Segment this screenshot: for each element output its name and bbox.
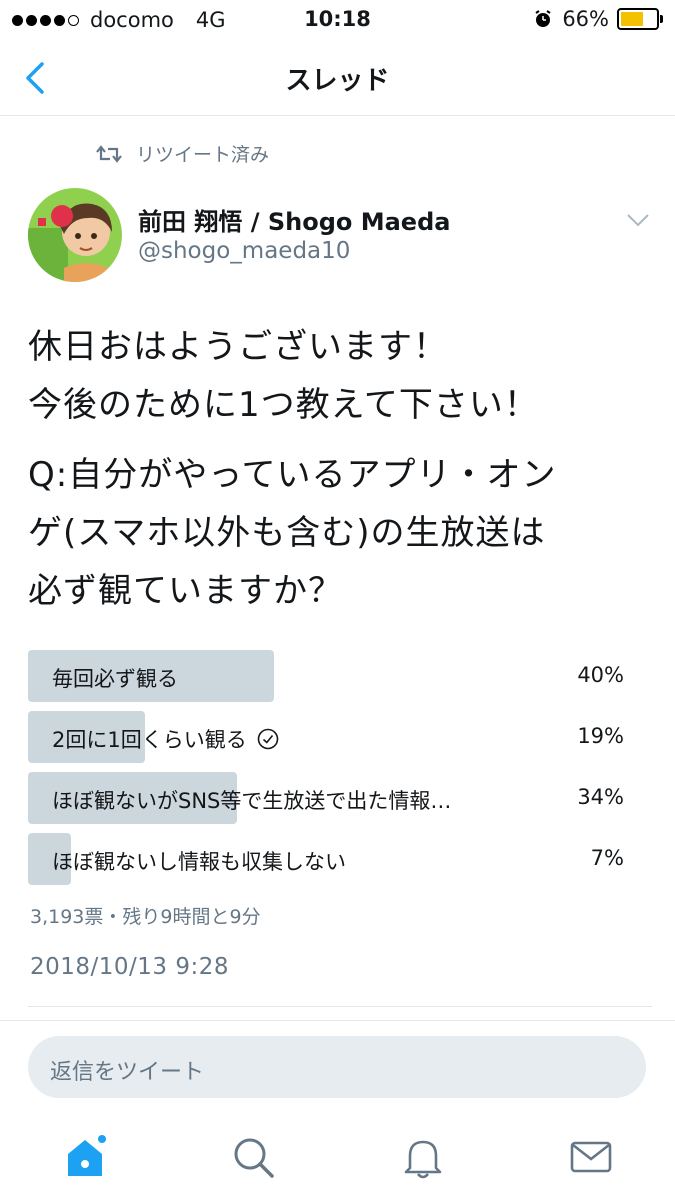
poll-option[interactable]: ほぼ観ないし情報も収集しない 7%: [28, 833, 628, 885]
retweet-icon: [96, 144, 122, 163]
poll-option-label: ほぼ観ないがSNS等で生放送で出た情報…: [52, 785, 451, 815]
mail-icon: [570, 1141, 612, 1173]
poll-option-text: ほぼ観ないし情報も収集しない: [52, 850, 346, 874]
poll: 毎回必ず観る 40% 2回に1回くらい観る 19% ほぼ観ないがSNS等で生放送…: [28, 650, 628, 894]
alarm-clock-icon: [535, 10, 551, 27]
poll-option-text: ほぼ観ないがSNS等で生放送で出た情報…: [52, 789, 452, 813]
poll-option-label: 毎回必ず観る: [52, 663, 178, 693]
poll-option-text: 毎回必ず観る: [52, 667, 178, 691]
tweet-text-line: 今後のために1つ教えて下さい！: [28, 385, 539, 425]
tab-home[interactable]: [60, 1132, 110, 1182]
tweet-text-line: 休日おはようございます！: [28, 327, 448, 367]
poll-option[interactable]: 2回に1回くらい観る 19%: [28, 711, 628, 763]
tweet-timestamp[interactable]: 2018/10/13 9:28: [30, 954, 229, 980]
tab-search[interactable]: [228, 1132, 278, 1182]
poll-option-percent: 34%: [577, 785, 624, 809]
divider: [0, 1020, 675, 1021]
status-right: 66%: [534, 7, 663, 31]
tweet-text-paragraph-2: Q:自分がやっているアプリ・オン ゲ(スマホ以外も含む)の生放送は 必ず観ていま…: [28, 446, 648, 620]
poll-option-label: 2回に1回くらい観る: [52, 724, 279, 754]
status-bar: docomo 4G 10:18 66%: [0, 0, 675, 40]
search-icon: [234, 1138, 274, 1178]
battery-percent: 66%: [562, 7, 609, 31]
tab-bar: [0, 1120, 675, 1200]
check-circle-icon: [257, 728, 279, 750]
poll-option-percent: 40%: [577, 663, 624, 687]
poll-option-percent: 7%: [590, 846, 624, 870]
tweet-text-paragraph-1: 休日おはようございます！ 今後のために1つ教えて下さい！: [28, 318, 648, 434]
poll-meta: 3,193票・残り9時間と9分: [30, 906, 261, 928]
nav-bar: スレッド: [0, 40, 675, 116]
author-name[interactable]: 前田 翔悟 / Shogo Maeda: [138, 202, 450, 237]
poll-option-text: 2回に1回くらい観る: [52, 728, 247, 752]
poll-option[interactable]: 毎回必ず観る 40%: [28, 650, 628, 702]
poll-option-percent: 19%: [577, 724, 624, 748]
chevron-down-icon[interactable]: [626, 212, 650, 228]
page-title: スレッド: [285, 66, 390, 96]
author-handle[interactable]: @shogo_maeda10: [138, 238, 350, 264]
reply-placeholder: 返信をツイート: [50, 1060, 205, 1085]
retweet-indicator: リツイート済み: [96, 140, 269, 167]
divider: [28, 1006, 652, 1007]
tweet-text-line: 必ず観ていますか？: [28, 571, 343, 611]
avatar-image: [28, 188, 122, 282]
bell-icon: [404, 1140, 442, 1179]
avatar[interactable]: [28, 188, 122, 282]
poll-option-label: ほぼ観ないし情報も収集しない: [52, 846, 346, 876]
tweet-text-line: Q:自分がやっているアプリ・オン: [28, 455, 557, 495]
home-icon: [68, 1135, 106, 1176]
tab-notifications[interactable]: [398, 1132, 448, 1182]
retweet-label: リツイート済み: [136, 144, 270, 166]
poll-option[interactable]: ほぼ観ないがSNS等で生放送で出た情報… 34%: [28, 772, 628, 824]
reply-input[interactable]: 返信をツイート: [28, 1036, 646, 1098]
tab-messages[interactable]: [566, 1132, 616, 1182]
tweet-text-line: ゲ(スマホ以外も含む)の生放送は: [28, 513, 546, 553]
battery-icon: [617, 8, 663, 30]
